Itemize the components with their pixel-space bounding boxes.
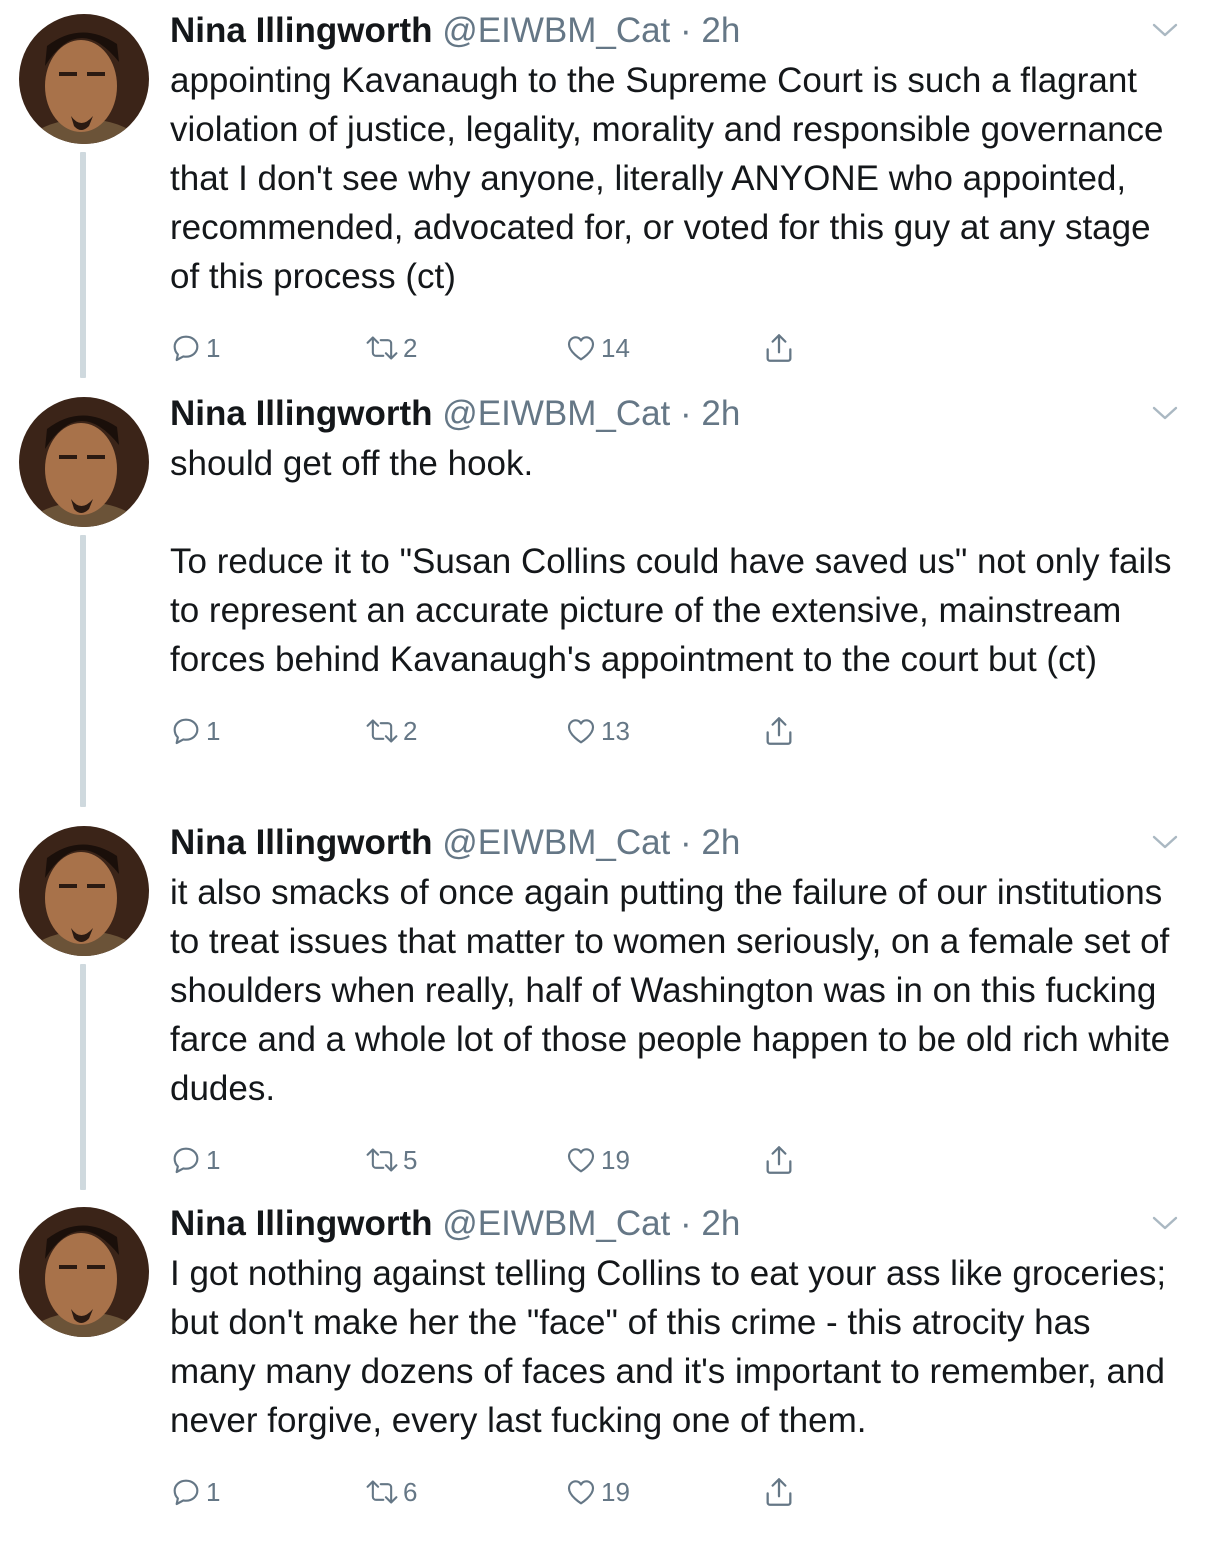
tweet-header: Nina Illingworth @EIWBM_Cat · 2h xyxy=(170,391,1182,437)
reply-icon xyxy=(173,335,199,362)
tweet-text: I got nothing against telling Collins to… xyxy=(170,1254,1176,1440)
avatar[interactable] xyxy=(19,397,149,527)
like-count: 13 xyxy=(601,715,630,746)
reply-icon xyxy=(173,1479,199,1506)
author-handle[interactable]: @EIWBM_Cat xyxy=(442,394,670,433)
reply-button[interactable]: 1 xyxy=(170,706,220,756)
reply-count: 1 xyxy=(206,1144,221,1175)
share-button[interactable] xyxy=(762,323,796,373)
author-handle[interactable]: @EIWBM_Cat xyxy=(442,823,670,862)
tweet-header: Nina Illingworth @EIWBM_Cat · 2h xyxy=(170,820,1182,866)
share-icon xyxy=(766,1478,792,1506)
like-count: 19 xyxy=(601,1144,630,1175)
retweet-button[interactable]: 5 xyxy=(365,1135,417,1185)
author-handle[interactable]: @EIWBM_Cat xyxy=(442,1204,670,1243)
tweet-actions: 1 2 14 xyxy=(170,323,1182,373)
author-name[interactable]: Nina Illingworth xyxy=(170,394,432,433)
timestamp[interactable]: · 2h xyxy=(680,823,740,862)
avatar[interactable] xyxy=(19,1207,149,1337)
thread-line xyxy=(80,152,86,378)
share-button[interactable] xyxy=(762,1135,796,1185)
retweet-icon xyxy=(366,719,398,743)
heart-icon xyxy=(567,336,595,361)
author-name[interactable]: Nina Illingworth xyxy=(170,823,432,862)
tweet-actions: 1 5 19 xyxy=(170,1135,1182,1185)
heart-icon xyxy=(567,1148,595,1173)
like-button[interactable]: 13 xyxy=(565,706,630,756)
retweet-count: 2 xyxy=(403,332,418,363)
retweet-button[interactable]: 2 xyxy=(365,323,417,373)
tweet-text: appointing Kavanaugh to the Supreme Cour… xyxy=(170,61,1174,296)
reply-count: 1 xyxy=(206,1476,221,1507)
tweet-actions: 1 2 13 xyxy=(170,706,1182,756)
chevron-down-icon xyxy=(1152,23,1178,37)
retweet-count: 6 xyxy=(403,1476,418,1507)
reply-count: 1 xyxy=(206,715,221,746)
retweet-button[interactable]: 2 xyxy=(365,706,417,756)
retweet-button[interactable]: 6 xyxy=(365,1467,417,1517)
thread-line xyxy=(80,535,86,807)
tweet-header: Nina Illingworth @EIWBM_Cat · 2h xyxy=(170,1201,1182,1247)
share-icon xyxy=(766,1146,792,1174)
tweet-header: Nina Illingworth @EIWBM_Cat · 2h xyxy=(170,8,1182,54)
timestamp[interactable]: · 2h xyxy=(680,11,740,50)
retweet-count: 2 xyxy=(403,715,418,746)
retweet-count: 5 xyxy=(403,1144,418,1175)
retweet-icon xyxy=(366,1148,398,1172)
author-name[interactable]: Nina Illingworth xyxy=(170,1204,432,1243)
chevron-down-icon xyxy=(1152,1216,1178,1230)
reply-icon xyxy=(173,718,199,745)
retweet-icon xyxy=(366,1480,398,1504)
tweet-menu-button[interactable] xyxy=(1150,1213,1180,1233)
timestamp[interactable]: · 2h xyxy=(680,1204,740,1243)
tweet-menu-button[interactable] xyxy=(1150,20,1180,40)
reply-count: 1 xyxy=(206,332,221,363)
share-button[interactable] xyxy=(762,1467,796,1517)
share-icon xyxy=(766,717,792,745)
retweet-icon xyxy=(366,336,398,360)
reply-button[interactable]: 1 xyxy=(170,1135,220,1185)
reply-button[interactable]: 1 xyxy=(170,1467,220,1517)
thread-line xyxy=(80,964,86,1190)
chevron-down-icon xyxy=(1152,406,1178,420)
like-button[interactable]: 19 xyxy=(565,1467,630,1517)
author-handle[interactable]: @EIWBM_Cat xyxy=(442,11,670,50)
reply-icon xyxy=(173,1147,199,1174)
avatar[interactable] xyxy=(19,14,149,144)
chevron-down-icon xyxy=(1152,835,1178,849)
avatar[interactable] xyxy=(19,826,149,956)
share-button[interactable] xyxy=(762,706,796,756)
tweet-actions: 1 6 19 xyxy=(170,1467,1182,1517)
like-button[interactable]: 19 xyxy=(565,1135,630,1185)
like-count: 19 xyxy=(601,1476,630,1507)
reply-button[interactable]: 1 xyxy=(170,323,220,373)
tweet-text: should get off the hook. To reduce it to… xyxy=(170,444,1172,679)
tweet-menu-button[interactable] xyxy=(1150,403,1180,423)
share-icon xyxy=(766,334,792,362)
like-button[interactable]: 14 xyxy=(565,323,630,373)
heart-icon xyxy=(567,1480,595,1505)
author-name[interactable]: Nina Illingworth xyxy=(170,11,432,50)
timestamp[interactable]: · 2h xyxy=(680,394,740,433)
heart-icon xyxy=(567,719,595,744)
tweet-text: it also smacks of once again putting the… xyxy=(170,873,1180,1108)
tweet-menu-button[interactable] xyxy=(1150,832,1180,852)
like-count: 14 xyxy=(601,332,630,363)
